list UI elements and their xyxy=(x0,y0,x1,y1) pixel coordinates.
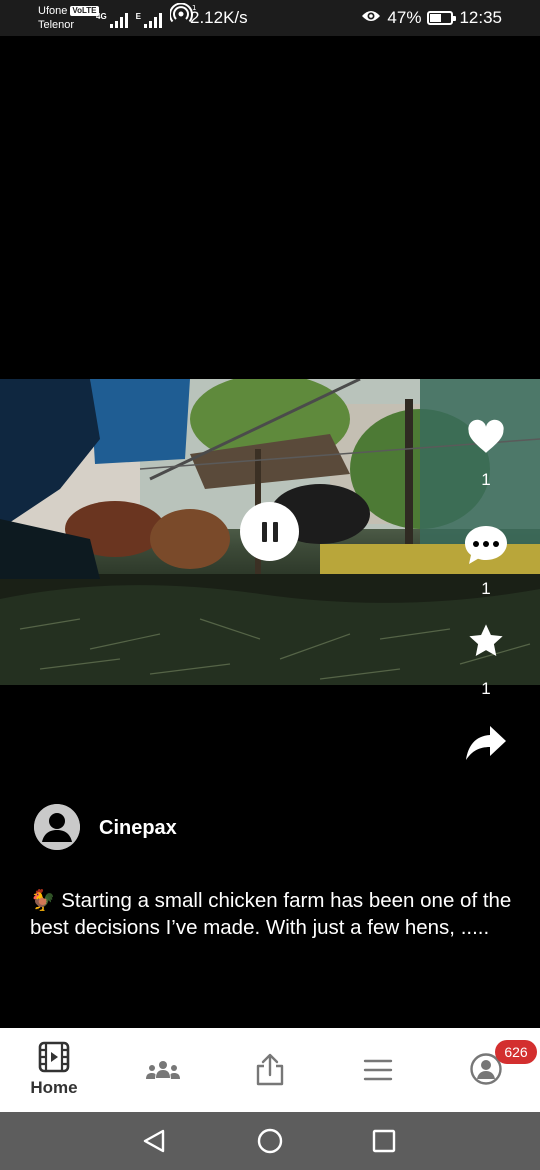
signal-e-icon: E xyxy=(136,12,164,28)
network-e-label: E xyxy=(135,12,142,21)
battery-icon xyxy=(427,11,457,25)
user-icon xyxy=(34,804,80,850)
signal-indicators: 4G E 1 xyxy=(96,2,196,28)
nav-community[interactable] xyxy=(140,1028,186,1112)
pause-button[interactable] xyxy=(240,502,299,561)
heart-icon[interactable] xyxy=(467,419,505,455)
back-icon[interactable] xyxy=(143,1129,165,1153)
carrier-1: Ufone xyxy=(38,5,68,17)
star-icon[interactable] xyxy=(467,622,505,660)
author-avatar[interactable] xyxy=(34,804,80,850)
network-speed: 2.12K/s xyxy=(190,8,248,27)
comment-action[interactable]: 1 xyxy=(456,524,516,599)
signal-4g-icon: 4G xyxy=(96,12,130,28)
status-bar: Ufone VoLTE Telenor 4G E 1 2.12K/s 47% 1… xyxy=(0,0,540,36)
upload-icon xyxy=(256,1053,284,1086)
menu-icon xyxy=(363,1059,393,1081)
nav-home-label: Home xyxy=(30,1078,78,1097)
battery-fill xyxy=(430,14,441,22)
eye-comfort-icon xyxy=(361,8,381,28)
share-action[interactable] xyxy=(456,724,516,767)
network-4g-label: 4G xyxy=(96,12,107,21)
star-count: 1 xyxy=(481,679,491,698)
nav-home[interactable]: Home xyxy=(24,1028,84,1112)
nav-profile[interactable] xyxy=(466,1028,506,1112)
recents-icon[interactable] xyxy=(372,1129,396,1153)
star-action[interactable]: 1 xyxy=(456,622,516,699)
home-circle-icon[interactable] xyxy=(257,1128,283,1154)
volte-badge: VoLTE xyxy=(70,6,99,16)
comment-icon[interactable] xyxy=(463,524,509,566)
clock: 12:35 xyxy=(459,8,502,27)
status-right: 47% 12:35 xyxy=(361,8,502,28)
like-count: 1 xyxy=(481,470,491,489)
group-icon xyxy=(146,1061,180,1079)
pause-icon xyxy=(261,521,267,542)
nav-menu[interactable] xyxy=(360,1028,396,1112)
post-caption[interactable]: 🐓 Starting a small chicken farm has been… xyxy=(30,888,520,941)
share-icon[interactable] xyxy=(464,724,508,762)
like-action[interactable]: 1 xyxy=(456,419,516,490)
system-nav-icons xyxy=(143,1128,396,1154)
notification-badge: 626 xyxy=(495,1040,537,1064)
battery-percent: 47% xyxy=(387,8,422,27)
film-icon xyxy=(38,1041,70,1073)
nav-upload[interactable] xyxy=(250,1028,290,1112)
system-nav-bar xyxy=(0,1112,540,1170)
carrier-2: Telenor xyxy=(38,19,75,31)
author-name[interactable]: Cinepax xyxy=(99,817,177,840)
carrier-info: Ufone VoLTE Telenor xyxy=(38,4,99,32)
comment-count: 1 xyxy=(481,579,491,598)
pause-icon-bar xyxy=(272,521,278,542)
bottom-nav: Home xyxy=(0,1028,540,1112)
